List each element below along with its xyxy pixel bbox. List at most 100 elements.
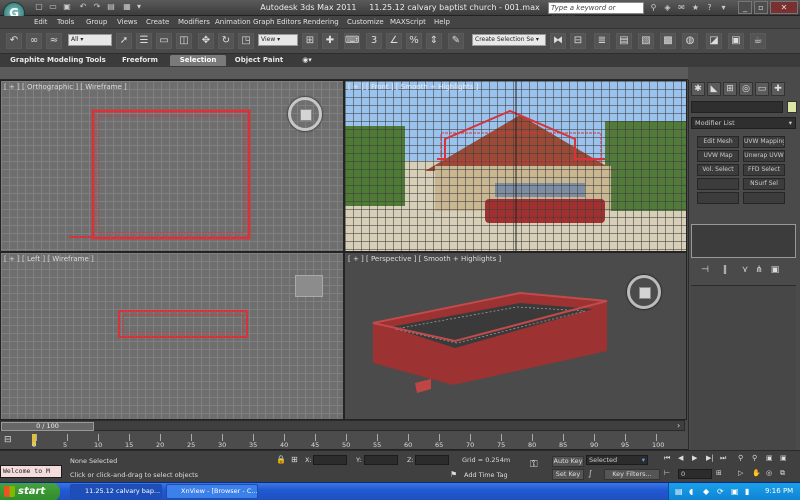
lock-selection-icon[interactable]: 🔒: [276, 455, 286, 465]
modifier-list-dropdown[interactable]: Modifier List ▾: [691, 117, 796, 129]
key-icon[interactable]: ⚿: [530, 459, 546, 471]
modifier-button-edit-mesh[interactable]: Edit Mesh: [697, 136, 739, 148]
layer-manager-icon[interactable]: ≣: [594, 33, 610, 49]
select-by-name-icon[interactable]: ☰: [136, 33, 152, 49]
link-icon[interactable]: ∞: [26, 33, 42, 49]
network-icon[interactable]: ▤: [675, 487, 683, 496]
display-icon[interactable]: ▣: [731, 487, 739, 496]
hierarchy-tab-icon[interactable]: ⊞: [723, 82, 737, 96]
orbit-icon[interactable]: ◎: [766, 469, 776, 480]
spinner-snap-icon[interactable]: ⇕: [426, 33, 442, 49]
auto-key-button[interactable]: Auto Key: [552, 456, 584, 467]
fov-icon[interactable]: ▷: [738, 469, 748, 480]
pan-icon[interactable]: ✋: [752, 469, 762, 480]
viewcube-left[interactable]: [295, 275, 323, 297]
zoom-extents-icon[interactable]: ▣: [766, 454, 776, 465]
modifier-button-nsurf-sel[interactable]: NSurf Sel: [743, 178, 785, 190]
modifier-button-vol-select[interactable]: Vol. Select: [697, 164, 739, 176]
open-icon[interactable]: ▭: [48, 2, 58, 12]
subscription-icon[interactable]: ◈: [662, 2, 673, 13]
key-mode-toggle-icon[interactable]: ⊢: [664, 469, 674, 480]
mini-curve-editor-icon[interactable]: ⊟: [4, 435, 18, 445]
selection-filter-dropdown[interactable]: All ▾: [68, 34, 112, 46]
show-end-result-icon[interactable]: ‖: [719, 264, 731, 276]
update-icon[interactable]: ⟳: [717, 487, 724, 496]
minimize-button[interactable]: _: [738, 1, 752, 14]
viewcube-box[interactable]: [300, 109, 312, 121]
viewport-orthographic[interactable]: [ + ] [ Orthographic ] [ Wireframe ]: [0, 80, 344, 252]
snaps-toggle-icon[interactable]: 3: [366, 33, 382, 49]
time-config-icon[interactable]: ⊞: [716, 469, 726, 480]
time-slider-thumb[interactable]: 0 / 100: [1, 422, 94, 431]
track-bar[interactable]: ⊟ 0 5 10 15 20 25 30 35 40 45 50 55 60 65 70 75 80 85 90 95…: [0, 432, 688, 450]
security-icon[interactable]: ◆: [703, 487, 709, 496]
search-icon[interactable]: ⚲: [648, 2, 659, 13]
close-button[interactable]: ✕: [770, 1, 798, 14]
undo-toolbar-icon[interactable]: ↶: [6, 33, 22, 49]
modifier-button-uvw-map[interactable]: UVW Map: [697, 150, 739, 162]
render-setup-icon[interactable]: ◪: [706, 33, 722, 49]
rendered-frame-icon[interactable]: ▣: [728, 33, 744, 49]
viewcube-orthographic[interactable]: [288, 97, 322, 131]
add-time-tag-button[interactable]: Add Time Tag: [464, 471, 508, 479]
new-icon[interactable]: ▢: [34, 2, 44, 12]
communication-icon[interactable]: ✉: [676, 2, 687, 13]
menu-maxscript[interactable]: MAXScript: [390, 18, 426, 26]
remove-modifier-icon[interactable]: ⋔: [753, 264, 765, 276]
save-icon[interactable]: ▣: [62, 2, 72, 12]
modifier-button-ffd-select[interactable]: FFD Select: [743, 164, 785, 176]
menu-modifiers[interactable]: Modifiers: [178, 18, 210, 26]
maxscript-listener[interactable]: Welcome to M: [0, 465, 62, 478]
go-to-start-icon[interactable]: ⏮: [664, 454, 676, 465]
z-coordinate-field[interactable]: [415, 455, 449, 465]
tab-graphite-modeling-tools[interactable]: Graphite Modeling Tools: [10, 55, 106, 66]
taskbar-item-3dsmax[interactable]: 11.25.12 calvary bap...: [70, 484, 162, 499]
material-editor-icon[interactable]: ◍: [682, 33, 698, 49]
ribbon-options-icon[interactable]: ◉▾: [298, 55, 316, 66]
modifier-stack[interactable]: [691, 224, 796, 258]
project-icon[interactable]: ▦: [122, 2, 132, 12]
align-icon[interactable]: ⊟: [570, 33, 586, 49]
schematic-view-icon[interactable]: ▩: [660, 33, 676, 49]
graphite-toggle-icon[interactable]: ▤: [616, 33, 632, 49]
angle-snap-icon[interactable]: ∠: [386, 33, 402, 49]
modifier-button-empty[interactable]: [743, 192, 785, 204]
select-manipulate-icon[interactable]: ✚: [322, 33, 338, 49]
maximize-button[interactable]: ▫: [754, 1, 768, 14]
help-search-input[interactable]: Type a keyword or phrase: [548, 2, 644, 21]
go-to-end-icon[interactable]: ⏭: [720, 454, 732, 465]
modifier-button-uvw-mapping-add[interactable]: UVW Mapping Ad: [743, 136, 785, 148]
menu-rendering[interactable]: Rendering: [303, 18, 339, 26]
time-slider[interactable]: 0 / 100 ›: [0, 420, 685, 431]
ref-coord-dropdown[interactable]: View ▾: [258, 34, 298, 46]
display-tab-icon[interactable]: ▭: [755, 82, 769, 96]
battery-icon[interactable]: ▮: [745, 487, 749, 496]
menu-edit[interactable]: Edit: [34, 18, 48, 26]
pin-stack-icon[interactable]: ⊣: [699, 264, 711, 276]
next-frame-icon[interactable]: ▶|: [706, 454, 718, 465]
menu-group[interactable]: Group: [86, 18, 107, 26]
bind-space-warp-icon[interactable]: ≈: [46, 33, 62, 49]
modify-tab-icon[interactable]: ◣: [707, 82, 721, 96]
render-production-icon[interactable]: ☕: [750, 33, 766, 49]
y-coordinate-field[interactable]: [364, 455, 398, 465]
viewport-left[interactable]: [ + ] [ Left ] [ Wireframe ]: [0, 252, 344, 420]
quick-access-dropdown-icon[interactable]: ▾: [134, 2, 144, 12]
make-unique-icon[interactable]: ⋎: [739, 264, 751, 276]
tab-freeform[interactable]: Freeform: [116, 55, 164, 66]
tab-object-paint[interactable]: Object Paint: [232, 55, 286, 66]
viewport-label-front[interactable]: [ + ] [ Front ] [ Smooth + Highlights ]: [348, 83, 478, 91]
favorites-icon[interactable]: ★: [690, 2, 701, 13]
object-name-field[interactable]: [691, 101, 783, 113]
menu-create[interactable]: Create: [146, 18, 169, 26]
help-dropdown-icon[interactable]: ▾: [718, 2, 729, 13]
zoom-icon[interactable]: ⚲: [738, 454, 748, 465]
pivot-center-icon[interactable]: ⊞: [302, 33, 318, 49]
menu-tools[interactable]: Tools: [57, 18, 74, 26]
key-curve-icon[interactable]: ∫: [588, 469, 602, 480]
viewcube-perspective[interactable]: [627, 275, 661, 309]
mirror-icon[interactable]: ⧓: [550, 33, 566, 49]
utilities-tab-icon[interactable]: ✚: [771, 82, 785, 96]
maximize-viewport-icon[interactable]: ⧉: [780, 469, 790, 480]
start-button[interactable]: start: [0, 483, 60, 500]
